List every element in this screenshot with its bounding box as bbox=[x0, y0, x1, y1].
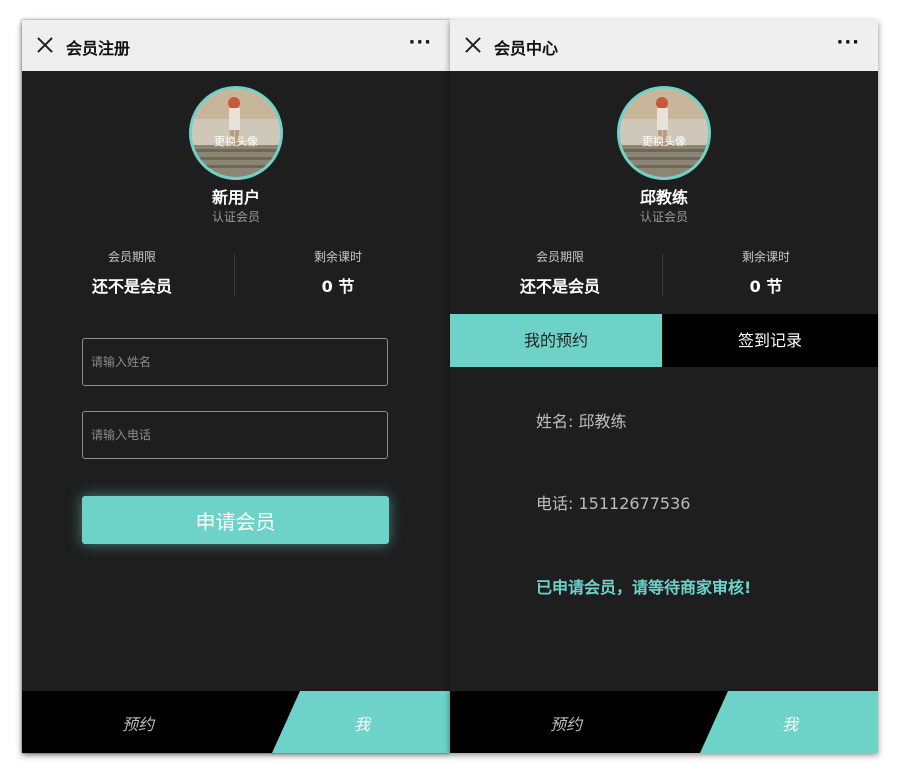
stat-divider bbox=[234, 254, 235, 296]
membership-period: 会员期限 还不是会员 bbox=[62, 248, 202, 297]
name-input[interactable] bbox=[82, 338, 388, 386]
register-screen: 会员注册 ··· 更换头像 新用户 认证会员 会员期限 还不是会员 剩余课时 0… bbox=[22, 20, 450, 753]
more-icon[interactable]: ··· bbox=[836, 32, 860, 53]
member-stats: 会员期限 还不是会员 剩余课时 0 节 bbox=[22, 248, 450, 298]
change-avatar-label[interactable]: 更换头像 bbox=[620, 133, 708, 149]
booking-phone: 电话: 15112677536 bbox=[536, 494, 691, 513]
nav-me[interactable]: 我 bbox=[782, 711, 798, 735]
user-status: 认证会员 bbox=[211, 210, 260, 224]
tab-checkin-records[interactable]: 签到记录 bbox=[662, 314, 878, 367]
nav-booking[interactable]: 预约 bbox=[550, 711, 582, 735]
stat-divider bbox=[662, 254, 663, 296]
period-value: 还不是会员 bbox=[91, 277, 172, 296]
avatar[interactable]: 更换头像 bbox=[189, 86, 283, 180]
title-bar: 会员中心 ··· bbox=[450, 20, 878, 71]
user-name: 新用户 bbox=[211, 188, 260, 207]
apply-membership-button[interactable]: 申请会员 bbox=[82, 496, 389, 544]
booking-name: 姓名: 邱教练 bbox=[536, 412, 627, 431]
period-value: 还不是会员 bbox=[519, 277, 600, 296]
user-status: 认证会员 bbox=[639, 210, 688, 224]
pending-approval-notice: 已申请会员，请等待商家审核! bbox=[536, 578, 752, 597]
remaining-label: 剩余课时 bbox=[313, 250, 362, 264]
more-icon[interactable]: ··· bbox=[408, 32, 432, 53]
period-label: 会员期限 bbox=[107, 250, 156, 264]
member-center-screen: 会员中心 ··· 更换头像 邱教练 认证会员 会员期限 还不是会员 剩余课时 0… bbox=[450, 20, 878, 753]
close-icon[interactable] bbox=[464, 36, 482, 54]
remaining-value: 0 节 bbox=[749, 277, 783, 296]
remaining-value: 0 节 bbox=[321, 277, 355, 296]
remaining-label: 剩余课时 bbox=[741, 250, 790, 264]
remaining-lessons: 剩余课时 0 节 bbox=[696, 248, 836, 297]
page-title: 会员中心 bbox=[494, 39, 559, 58]
close-icon[interactable] bbox=[36, 36, 54, 54]
membership-period: 会员期限 还不是会员 bbox=[490, 248, 630, 297]
title-bar: 会员注册 ··· bbox=[22, 20, 450, 71]
period-label: 会员期限 bbox=[535, 250, 584, 264]
record-tabs: 我的预约 签到记录 bbox=[450, 314, 878, 367]
nav-me[interactable]: 我 bbox=[354, 711, 370, 735]
bottom-nav: 预约 我 bbox=[22, 691, 450, 753]
tab-my-bookings[interactable]: 我的预约 bbox=[450, 314, 662, 367]
nav-booking[interactable]: 预约 bbox=[122, 711, 154, 735]
member-stats: 会员期限 还不是会员 剩余课时 0 节 bbox=[450, 248, 878, 298]
user-name: 邱教练 bbox=[639, 188, 688, 207]
phone-input[interactable] bbox=[82, 411, 388, 459]
avatar[interactable]: 更换头像 bbox=[617, 86, 711, 180]
remaining-lessons: 剩余课时 0 节 bbox=[268, 248, 408, 297]
bottom-nav: 预约 我 bbox=[450, 691, 878, 753]
page-title: 会员注册 bbox=[66, 39, 131, 58]
change-avatar-label[interactable]: 更换头像 bbox=[192, 133, 280, 149]
